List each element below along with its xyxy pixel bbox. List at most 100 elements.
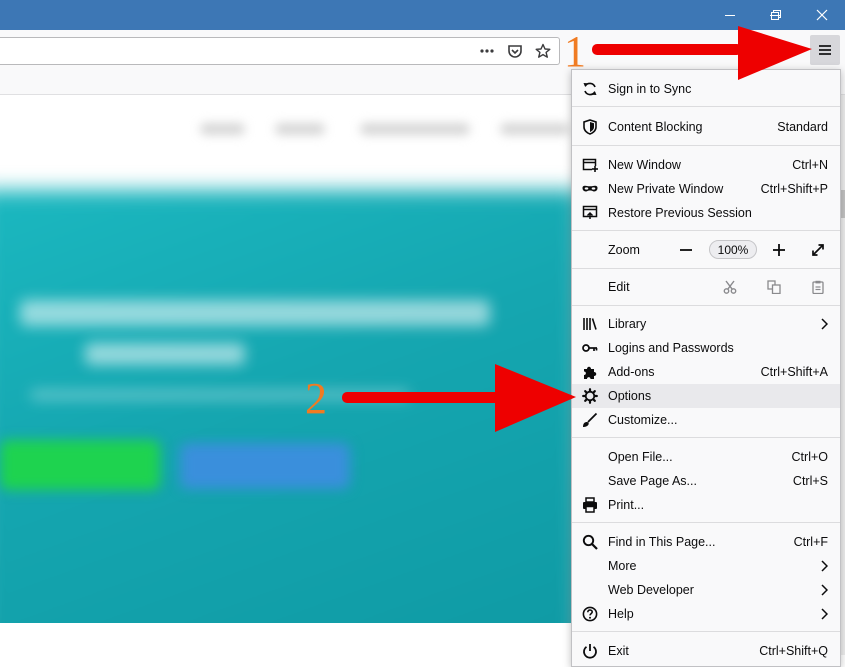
menu-separator (572, 305, 840, 306)
search-icon (582, 534, 598, 550)
app-menu-panel: Sign in to Sync Content Blocking Standar… (571, 69, 841, 667)
menu-item-label: Zoom (608, 243, 640, 257)
fullscreen-button[interactable] (810, 242, 826, 258)
menu-item-label: Save Page As... (608, 474, 697, 488)
menu-item-new-private-window[interactable]: New Private Window Ctrl+Shift+P (572, 177, 840, 201)
chevron-right-icon (821, 560, 828, 572)
menu-item-shortcut: Ctrl+Shift+Q (759, 644, 828, 658)
menu-item-addons[interactable]: Add-ons Ctrl+Shift+A (572, 360, 840, 384)
menu-item-restore-session[interactable]: Restore Previous Session (572, 201, 840, 225)
menu-item-label: Options (608, 389, 652, 403)
menu-item-label: Add-ons (608, 365, 655, 379)
private-mask-icon (582, 181, 598, 197)
menu-item-label: New Private Window (608, 182, 724, 196)
cut-button[interactable] (722, 279, 738, 295)
blurred-nav-item (360, 123, 470, 135)
menu-item-label: Library (608, 317, 647, 331)
blurred-nav-item (500, 123, 570, 135)
menu-item-label: Print... (608, 498, 645, 512)
menu-separator (572, 106, 840, 107)
new-window-icon (582, 157, 598, 173)
menu-item-shortcut: Ctrl+Shift+P (760, 182, 828, 196)
url-bar[interactable] (0, 37, 560, 65)
menu-item-label: Find in This Page... (608, 535, 716, 549)
menu-separator (572, 437, 840, 438)
menu-item-shortcut: Ctrl+Shift+A (760, 365, 828, 379)
bookmark-star-icon (535, 43, 551, 58)
chevron-right-icon (821, 608, 828, 620)
chevron-right-icon (821, 584, 828, 596)
menu-item-help[interactable]: Help (572, 602, 840, 626)
pocket-icon (508, 45, 522, 58)
menu-item-new-window[interactable]: New Window Ctrl+N (572, 153, 840, 177)
zoom-in-button[interactable] (771, 242, 787, 258)
blurred-heading (85, 343, 245, 365)
menu-item-print[interactable]: Print... (572, 493, 840, 517)
restore-icon (771, 10, 781, 20)
menu-item-label: Sign in to Sync (608, 82, 692, 96)
menu-item-shortcut: Ctrl+S (792, 474, 828, 488)
shield-icon (582, 119, 598, 135)
menu-item-exit[interactable]: Exit Ctrl+Shift+Q (572, 639, 840, 663)
menu-separator (572, 631, 840, 632)
page-actions-button[interactable] (474, 38, 500, 64)
menu-item-web-developer[interactable]: Web Developer (572, 578, 840, 602)
menu-item-save-page[interactable]: Save Page As... Ctrl+S (572, 469, 840, 493)
copy-icon (767, 280, 781, 294)
menu-separator (572, 230, 840, 231)
annotation-step-1: 1 (564, 27, 586, 76)
zoom-reset-button[interactable]: 100% (709, 240, 757, 259)
fullscreen-icon (812, 244, 824, 256)
power-icon (582, 643, 598, 659)
menu-item-shortcut: Ctrl+O (791, 450, 828, 464)
gear-icon (582, 388, 598, 404)
help-icon (582, 606, 598, 622)
annotation-arrow-1 (592, 26, 812, 80)
menu-item-label: Web Developer (608, 583, 694, 597)
hamburger-icon (819, 45, 831, 55)
blurred-secondary-button (180, 443, 350, 489)
minimize-icon (725, 15, 735, 16)
menu-item-label: More (608, 559, 637, 573)
more-actions-icon (480, 49, 494, 53)
page-bottom-area (0, 623, 571, 667)
menu-item-label: Logins and Passwords (608, 341, 734, 355)
paste-button[interactable] (810, 279, 826, 295)
menu-item-library[interactable]: Library (572, 312, 840, 336)
paintbrush-icon (582, 412, 598, 428)
menu-item-zoom: Zoom 100% (572, 238, 840, 262)
menu-item-shortcut: Ctrl+F (793, 535, 828, 549)
close-icon (816, 9, 828, 21)
blurred-primary-button (0, 440, 160, 490)
puzzle-piece-icon (582, 364, 598, 380)
menu-item-content-blocking[interactable]: Content Blocking Standard (572, 115, 840, 139)
menu-item-customize[interactable]: Customize... (572, 408, 840, 432)
menu-item-logins-passwords[interactable]: Logins and Passwords (572, 336, 840, 360)
menu-item-label: Exit (608, 644, 629, 658)
content-blocking-value: Standard (777, 120, 828, 134)
scissors-icon (723, 280, 737, 294)
menu-item-label: Restore Previous Session (608, 206, 752, 220)
menu-separator (572, 145, 840, 146)
blurred-heading (20, 300, 490, 326)
menu-item-open-file[interactable]: Open File... Ctrl+O (572, 445, 840, 469)
menu-item-find-in-page[interactable]: Find in This Page... Ctrl+F (572, 530, 840, 554)
menu-separator (572, 268, 840, 269)
menu-item-more[interactable]: More (572, 554, 840, 578)
bookmark-button[interactable] (530, 38, 556, 64)
zoom-out-button[interactable] (678, 242, 694, 258)
menu-item-shortcut: Ctrl+N (792, 158, 828, 172)
plus-icon (773, 244, 785, 256)
menu-item-label: Content Blocking (608, 120, 703, 134)
minus-icon (680, 249, 692, 251)
annotation-step-2: 2 (305, 374, 327, 423)
pocket-button[interactable] (502, 38, 528, 64)
copy-button[interactable] (766, 279, 782, 295)
menu-item-options[interactable]: Options (572, 384, 840, 408)
annotation-arrow-2 (342, 364, 576, 432)
menu-item-label: New Window (608, 158, 681, 172)
blurred-nav-item (275, 123, 325, 135)
menu-item-label: Open File... (608, 450, 673, 464)
printer-icon (582, 497, 598, 513)
restore-session-icon (582, 205, 598, 221)
